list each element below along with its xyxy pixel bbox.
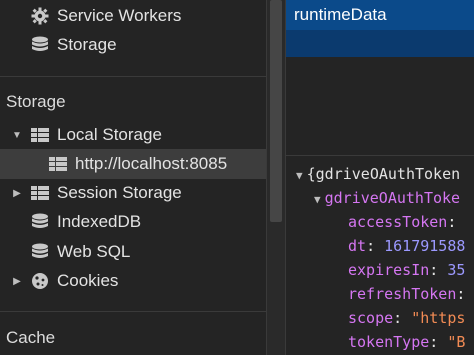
- key-row-selected[interactable]: runtimeData: [286, 0, 474, 30]
- expand-arrow-down-icon[interactable]: ▼: [12, 130, 22, 141]
- sidebar-item-localhost-origin[interactable]: http://localhost:8085: [0, 149, 266, 179]
- grid-icon: [48, 155, 68, 173]
- storage-section-header: Storage: [6, 92, 66, 111]
- database-icon: [30, 243, 50, 261]
- sidebar-item-label: Local Storage: [57, 125, 162, 144]
- section-divider: [0, 311, 266, 312]
- storage-view-pane: runtimeData ▼ {gdriveOAuthToken ▼ gdriveOA…: [286, 0, 474, 355]
- json-field: refreshToken:: [348, 285, 466, 303]
- expand-arrow-right-icon[interactable]: ▶: [12, 188, 22, 199]
- sidebar-item-label: Service Workers: [57, 6, 182, 25]
- sidebar-scrollbar[interactable]: [266, 0, 286, 355]
- cookie-icon: [30, 272, 50, 290]
- sidebar-item-label: http://localhost:8085: [75, 154, 228, 173]
- json-field: scope: "https: [348, 309, 466, 327]
- gear-icon: [30, 7, 50, 25]
- grid-icon: [30, 184, 50, 202]
- pane-divider[interactable]: [286, 155, 474, 156]
- sidebar-item-label: Session Storage: [57, 183, 182, 202]
- expand-arrow-right-icon[interactable]: ▶: [12, 276, 22, 287]
- grid-icon: [30, 126, 50, 144]
- sidebar-item-local-storage[interactable]: ▼ Local Storage: [0, 120, 266, 150]
- sidebar-item-indexeddb[interactable]: IndexedDB: [0, 207, 266, 237]
- collapse-arrow-icon[interactable]: ▼: [296, 169, 303, 182]
- database-icon: [30, 213, 50, 231]
- json-field: accessToken:: [348, 213, 457, 231]
- scrollbar-thumb[interactable]: [270, 0, 282, 222]
- sidebar: Service Workers Storage Storage ▼ Local …: [0, 0, 266, 355]
- key-name: runtimeData: [294, 5, 387, 24]
- sidebar-item-web-sql[interactable]: Web SQL: [0, 237, 266, 267]
- sidebar-item-label: IndexedDB: [57, 212, 142, 231]
- sidebar-item-label: Cookies: [57, 271, 119, 290]
- cache-section-header: Cache: [6, 328, 56, 347]
- json-field: dt: 161791588: [348, 237, 466, 255]
- collapse-arrow-icon[interactable]: ▼: [314, 193, 321, 206]
- section-divider: [0, 76, 266, 77]
- json-root-line[interactable]: ▼ {gdriveOAuthToken: [296, 165, 460, 183]
- json-field: tokenType: "B: [348, 333, 466, 351]
- sidebar-item-storage[interactable]: Storage: [0, 30, 266, 60]
- json-child-line[interactable]: ▼ gdriveOAuthToke: [314, 189, 460, 207]
- sidebar-item-label: Web SQL: [57, 242, 131, 261]
- sidebar-item-label: Storage: [57, 35, 117, 54]
- json-field: expiresIn: 35: [348, 261, 466, 279]
- sidebar-item-service-workers[interactable]: Service Workers: [0, 1, 266, 31]
- key-row[interactable]: [286, 30, 474, 57]
- sidebar-item-cookies[interactable]: ▶ Cookies: [0, 266, 266, 296]
- database-icon: [30, 36, 50, 54]
- sidebar-item-session-storage[interactable]: ▶ Session Storage: [0, 178, 266, 208]
